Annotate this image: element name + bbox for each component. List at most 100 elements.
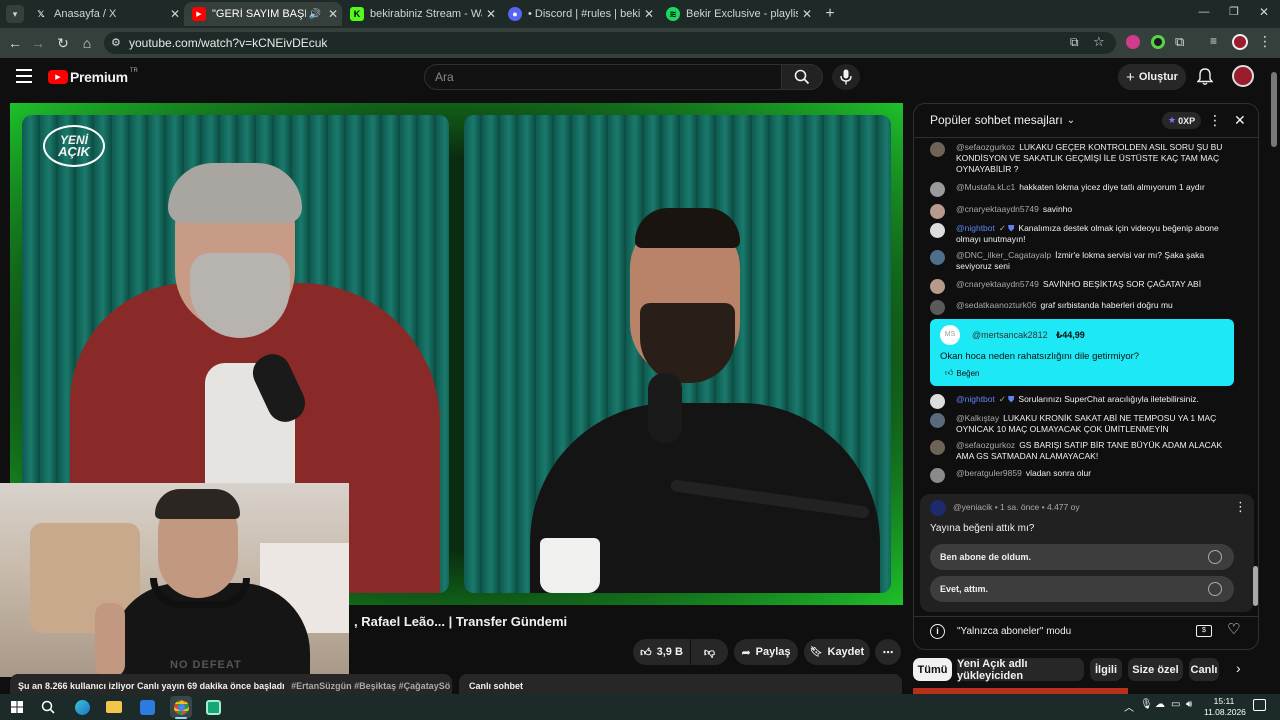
- reading-list-icon[interactable]: ≡: [1210, 34, 1217, 48]
- superchat-money-icon[interactable]: $: [1196, 625, 1212, 637]
- save-button[interactable]: 🔖︎ Kaydet: [804, 639, 870, 665]
- tray-display-icon[interactable]: ▭: [1171, 699, 1180, 710]
- search-icon: [794, 69, 810, 85]
- close-chat-icon[interactable]: ✕: [1234, 112, 1246, 129]
- restore-button[interactable]: ❐: [1226, 5, 1242, 21]
- chat-mode-dropdown[interactable]: Popüler sohbet mesajları ⌄: [930, 113, 1075, 127]
- tray-chevron-icon[interactable]: ︿: [1124, 699, 1134, 714]
- filter-chip-uploader[interactable]: Yeni Açık adlı yükleyiciden: [957, 658, 1084, 682]
- chat-scrollbar[interactable]: [1253, 566, 1258, 606]
- tab-youtube[interactable]: ▶ "GERİ SAYIM BAŞLADI" Du 🔊 ✕: [184, 2, 342, 26]
- reload-button[interactable]: ↻: [53, 33, 73, 53]
- dislike-button[interactable]: 👎︎: [691, 639, 728, 665]
- star-icon: ★: [1168, 115, 1177, 125]
- chat-message: @beratguler9859 vladan sonra olur: [930, 468, 1236, 483]
- filter-chip-for-you[interactable]: Size özel: [1128, 658, 1183, 681]
- chrome-icon[interactable]: [170, 696, 192, 718]
- thumbs-up-icon: 👍︎: [945, 368, 954, 377]
- clock[interactable]: 15:11 11.08.2026: [1204, 696, 1246, 718]
- taskbar-search-icon[interactable]: [38, 697, 58, 717]
- more-actions-button[interactable]: ⋯: [875, 639, 901, 665]
- poll-option[interactable]: Ben abone de oldum.: [930, 544, 1234, 570]
- mail-icon[interactable]: [137, 697, 157, 717]
- create-button[interactable]: + Oluştur: [1118, 64, 1186, 90]
- chat-menu-icon[interactable]: ⋮: [1208, 112, 1222, 129]
- close-window-button[interactable]: ✕: [1256, 5, 1272, 21]
- youtube-header: ▶ Premium TR Ara + Oluştur: [0, 58, 1280, 98]
- superchat-avatar: MS: [940, 325, 960, 345]
- cast-icon[interactable]: ⧉: [1070, 35, 1079, 50]
- file-explorer-icon[interactable]: [104, 697, 124, 717]
- poll-menu-icon[interactable]: ⋮: [1234, 499, 1247, 515]
- chat-message: @DNC_ilker_Cagatayalp İzmir'e lokma servi…: [930, 250, 1236, 272]
- tray-mic-icon[interactable]: 🎙︎: [1140, 699, 1153, 710]
- heart-icon[interactable]: ♡: [1227, 620, 1240, 638]
- page-scrollbar[interactable]: [1271, 72, 1277, 147]
- poll-option[interactable]: Evet, attım.: [930, 576, 1234, 602]
- chat-message: @nightbot ✓ ⛊ Kanalımıza destek olmak için …: [930, 223, 1236, 245]
- minimize-button[interactable]: —: [1196, 6, 1212, 20]
- share-arrow-icon: ➦: [741, 646, 751, 659]
- chat-message: @sefaozgurkoz GS BARIŞI SATIP BİR TANE BÜ…: [930, 440, 1236, 462]
- address-bar[interactable]: ⚙ youtube.com/watch?v=kCNEivDEcuk ⧉ ☆: [104, 32, 1116, 54]
- avatar: [930, 440, 945, 455]
- hashtags[interactable]: #ErtanSüzgün #Beşiktaş #ÇağataySö: [291, 681, 450, 691]
- speaker-icon[interactable]: 🔊: [306, 9, 324, 20]
- home-button[interactable]: ⌂: [77, 33, 97, 53]
- close-tab-icon[interactable]: ✕: [324, 7, 342, 21]
- chat-message: @cnaryektaaydn5749 SAVİNHO BEŞİKTAŞ SOR Ç…: [930, 279, 1236, 294]
- filter-chip-related[interactable]: İlgili: [1090, 658, 1122, 681]
- thumbs-up-icon: 👍︎: [640, 646, 652, 659]
- search-input[interactable]: Ara: [424, 64, 782, 90]
- filter-chip-all[interactable]: Tümü: [913, 658, 952, 681]
- share-button[interactable]: ➦ Paylaş: [734, 639, 798, 665]
- start-windows-icon[interactable]: [7, 697, 27, 717]
- superchat-like-button[interactable]: 👍︎ Beğen: [940, 366, 985, 380]
- close-tab-icon[interactable]: ✕: [798, 7, 816, 21]
- close-tab-icon[interactable]: ✕: [166, 7, 184, 21]
- hamburger-menu-icon[interactable]: [16, 69, 32, 83]
- tray-cloud-icon[interactable]: ☁: [1155, 699, 1165, 710]
- info-icon[interactable]: i: [930, 624, 945, 639]
- new-tab-button[interactable]: +: [820, 4, 840, 24]
- browser-menu-icon[interactable]: ⋮: [1258, 33, 1272, 50]
- edge-icon[interactable]: [72, 697, 92, 717]
- close-tab-icon[interactable]: ✕: [482, 7, 500, 21]
- extension-icon-pink[interactable]: [1126, 35, 1140, 49]
- voice-search-button[interactable]: [832, 64, 860, 90]
- site-info-icon[interactable]: ⚙: [111, 36, 121, 49]
- search-button[interactable]: [781, 64, 823, 90]
- tab-list-button[interactable]: ▾: [6, 5, 24, 23]
- xp-badge[interactable]: ★ 0XP: [1162, 112, 1202, 129]
- notifications-bell-icon[interactable]: [1196, 68, 1214, 91]
- chips-next-arrow-icon[interactable]: ›: [1236, 660, 1241, 676]
- bookmark-star-icon[interactable]: ☆: [1093, 34, 1105, 50]
- extensions-puzzle-icon[interactable]: ⧉: [1175, 34, 1184, 50]
- browser-tab-bar: ▾ 𝕏 Anasayfa / X ✕ ▶ "GERİ SAYIM BAŞLADI…: [0, 0, 1280, 28]
- youtube-icon: ▶: [192, 7, 206, 21]
- account-avatar[interactable]: [1232, 65, 1254, 87]
- filter-chip-live[interactable]: Canlı: [1189, 658, 1219, 681]
- tab-discord[interactable]: ● • Discord | #rules | bekirabiniz ✕: [500, 2, 658, 26]
- profile-avatar-icon[interactable]: [1232, 34, 1248, 50]
- like-button[interactable]: 👍︎ 3,9 B: [633, 639, 690, 665]
- watching-info: Şu an 8.266 kullanıcı izliyor Canlı yayı…: [18, 681, 285, 691]
- notification-center-icon[interactable]: [1253, 699, 1266, 711]
- kick-app-icon[interactable]: [203, 697, 223, 717]
- host-left-hair: [168, 163, 302, 223]
- tab-kick[interactable]: K bekirabiniz Stream - Watch Live ✕: [342, 2, 500, 26]
- description-box[interactable]: Şu an 8.266 kullanıcı izliyor Canlı yayı…: [10, 674, 452, 694]
- tab-x[interactable]: 𝕏 Anasayfa / X ✕: [26, 2, 184, 26]
- close-tab-icon[interactable]: ✕: [640, 7, 658, 21]
- superchat-text: Okan hoca neden rahatsızlığını dile geti…: [940, 351, 1140, 362]
- live-chat-replay-box[interactable]: Canlı sohbet: [459, 674, 902, 694]
- active-app-indicator: [175, 717, 187, 719]
- extension-icon-green[interactable]: [1151, 35, 1165, 49]
- tab-spotify[interactable]: ≋ Bekir Exclusive - playlist by Bek ✕: [658, 2, 816, 26]
- forward-button[interactable]: →: [28, 33, 48, 53]
- back-button[interactable]: ←: [5, 33, 25, 53]
- mod-shield-icon: ⛊: [1008, 223, 1015, 233]
- avatar: [930, 204, 945, 219]
- youtube-premium-logo[interactable]: ▶ Premium TR: [48, 68, 138, 85]
- tray-volume-icon[interactable]: 🔊︎: [1186, 699, 1192, 710]
